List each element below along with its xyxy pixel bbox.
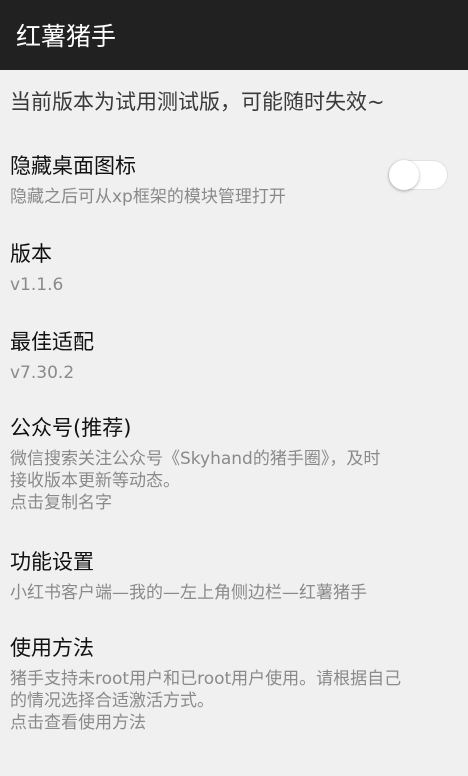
trial-notice: 当前版本为试用测试版，可能随时失效~ bbox=[10, 90, 385, 114]
app-bar: 红薯猪手 bbox=[0, 0, 468, 70]
pref-best-fit[interactable]: 最佳适配 v7.30.2 bbox=[0, 328, 468, 414]
pref-hide-icon[interactable]: 隐藏桌面图标 隐藏之后可从xp框架的模块管理打开 bbox=[0, 152, 468, 240]
pref-title: 功能设置 bbox=[10, 550, 94, 574]
pref-summary: 小红书客户端—我的—左上角侧边栏—红薯猪手 bbox=[10, 583, 367, 603]
pref-summary: v1.1.6 bbox=[10, 275, 64, 295]
pref-wechat-account[interactable]: 公众号(推荐) 微信搜索关注公众号《Skyhand的猪手圈》，及时 接收版本更新… bbox=[0, 414, 468, 548]
pref-title: 使用方法 bbox=[10, 636, 94, 660]
pref-feature-settings[interactable]: 功能设置 小红书客户端—我的—左上角侧边栏—红薯猪手 bbox=[0, 548, 468, 634]
summary-line: 接收版本更新等动态。 bbox=[10, 471, 180, 491]
pref-summary: 微信搜索关注公众号《Skyhand的猪手圈》，及时 接收版本更新等动态。 点击复… bbox=[10, 448, 458, 514]
pref-title: 最佳适配 bbox=[10, 330, 94, 354]
hide-icon-toggle[interactable] bbox=[388, 160, 448, 190]
summary-line: 微信搜索关注公众号《Skyhand的猪手圈》，及时 bbox=[10, 449, 381, 469]
pref-summary: 隐藏之后可从xp框架的模块管理打开 bbox=[10, 187, 286, 207]
summary-line: 点击查看使用方法 bbox=[10, 713, 146, 733]
pref-summary: 猪手支持未root用户和已root用户使用。请根据自己 的情况选择合适激活方式。… bbox=[10, 668, 458, 734]
pref-summary: v7.30.2 bbox=[10, 363, 75, 383]
pref-title: 版本 bbox=[10, 242, 52, 266]
summary-line: 的情况选择合适激活方式。 bbox=[10, 691, 214, 711]
pref-version[interactable]: 版本 v1.1.6 bbox=[0, 240, 468, 328]
app-title: 红薯猪手 bbox=[16, 22, 117, 51]
toggle-knob bbox=[389, 160, 419, 190]
summary-line: 猪手支持未root用户和已root用户使用。请根据自己 bbox=[10, 669, 402, 689]
summary-line: 点击复制名字 bbox=[10, 493, 112, 513]
pref-usage[interactable]: 使用方法 猪手支持未root用户和已root用户使用。请根据自己 的情况选择合适… bbox=[0, 634, 468, 754]
pref-title: 公众号(推荐) bbox=[10, 416, 132, 440]
